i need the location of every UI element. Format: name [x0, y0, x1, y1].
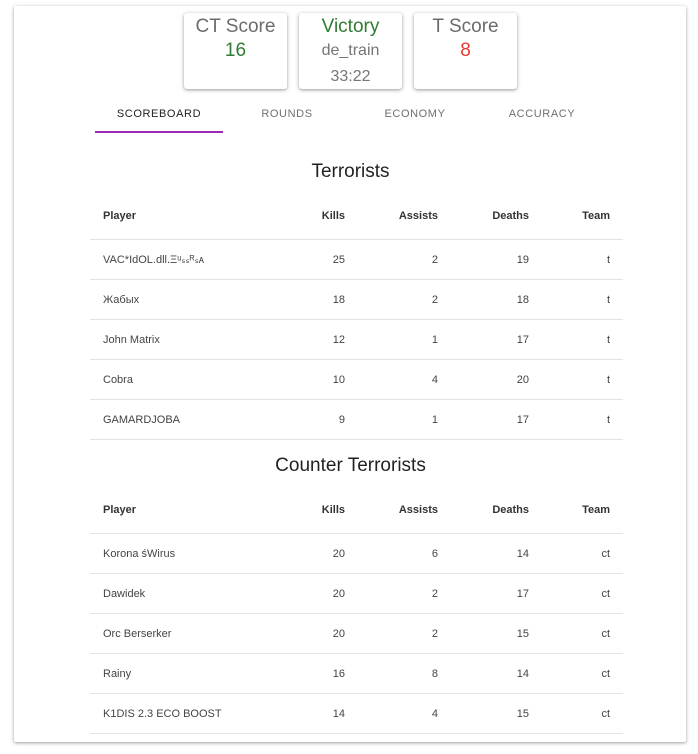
- kills: 25: [263, 239, 345, 280]
- team: ct: [529, 573, 623, 614]
- assists: 4: [345, 693, 438, 734]
- match-duration: 33:22: [330, 68, 371, 85]
- col-kills[interactable]: Kills: [263, 193, 345, 240]
- assists: 8: [345, 653, 438, 694]
- team: ct: [529, 653, 623, 694]
- tab-indicator: [95, 131, 223, 133]
- player-name: K1DIS 2.3 ECO BOOST: [90, 693, 263, 734]
- kills: 10: [263, 359, 345, 400]
- team: t: [529, 359, 623, 400]
- kills: 20: [263, 613, 345, 654]
- tab-bar: Scoreboard Rounds Economy Accuracy: [95, 98, 606, 134]
- kills: 9: [263, 399, 345, 440]
- table-row: VAC*IdOL.dll.Ξᵘₛₛᴿₛᴀ 25 2 19 t: [90, 239, 623, 280]
- terrorists-section: Terrorists Player Kills Assists Deaths T…: [90, 159, 623, 440]
- col-player[interactable]: Player: [90, 193, 263, 240]
- assists: 2: [345, 279, 438, 320]
- table-row: John Matrix 12 1 17 t: [90, 319, 623, 360]
- map-name: de_train: [321, 42, 380, 59]
- player-name: Orc Berserker: [90, 613, 263, 654]
- team: ct: [529, 533, 623, 574]
- terrorists-title: Terrorists: [311, 161, 390, 182]
- team: t: [529, 319, 623, 360]
- kills: 14: [263, 693, 345, 734]
- t-score-label: T Score: [432, 16, 499, 37]
- deaths: 17: [438, 573, 529, 614]
- table-header-row: Player Kills Assists Deaths Team: [90, 487, 623, 534]
- t-score-value: 8: [460, 40, 471, 61]
- deaths: 20: [438, 359, 529, 400]
- kills: 20: [263, 533, 345, 574]
- player-name: VAC*IdOL.dll.Ξᵘₛₛᴿₛᴀ: [90, 239, 263, 280]
- col-kills[interactable]: Kills: [263, 487, 345, 534]
- ct-score-card: CT Score 16: [184, 13, 287, 89]
- player-name: Cobra: [90, 359, 263, 400]
- table-header-row: Player Kills Assists Deaths Team: [90, 193, 623, 240]
- kills: 12: [263, 319, 345, 360]
- player-name: Rainy: [90, 653, 263, 694]
- col-deaths[interactable]: Deaths: [438, 193, 529, 240]
- kills: 18: [263, 279, 345, 320]
- table-row: Rainy 16 8 14 ct: [90, 653, 623, 694]
- terrorists-table: Player Kills Assists Deaths Team VAC*IdO…: [90, 193, 623, 440]
- kills: 16: [263, 653, 345, 694]
- assists: 4: [345, 359, 438, 400]
- team: t: [529, 239, 623, 280]
- player-name: Dawidek: [90, 573, 263, 614]
- t-score-card: T Score 8: [414, 13, 517, 89]
- match-result: Victory: [321, 16, 380, 37]
- assists: 2: [345, 613, 438, 654]
- col-deaths[interactable]: Deaths: [438, 487, 529, 534]
- team: ct: [529, 693, 623, 734]
- team: ct: [529, 613, 623, 654]
- assists: 1: [345, 399, 438, 440]
- table-row: Orc Berserker 20 2 15 ct: [90, 613, 623, 654]
- deaths: 15: [438, 613, 529, 654]
- col-team[interactable]: Team: [529, 193, 623, 240]
- col-team[interactable]: Team: [529, 487, 623, 534]
- col-assists[interactable]: Assists: [345, 487, 438, 534]
- match-result-card: Victory de_train 33:22: [299, 13, 402, 89]
- assists: 6: [345, 533, 438, 574]
- tab-rounds[interactable]: Rounds: [223, 98, 351, 132]
- player-name: Korona śWirus: [90, 533, 263, 574]
- deaths: 15: [438, 693, 529, 734]
- col-player[interactable]: Player: [90, 487, 263, 534]
- deaths: 14: [438, 533, 529, 574]
- kills: 20: [263, 573, 345, 614]
- table-row: Жабых 18 2 18 t: [90, 279, 623, 320]
- counter-terrorists-table: Player Kills Assists Deaths Team Korona …: [90, 487, 623, 734]
- table-row: GAMARDJOBA 9 1 17 t: [90, 399, 623, 440]
- assists: 2: [345, 239, 438, 280]
- player-name: John Matrix: [90, 319, 263, 360]
- tab-scoreboard[interactable]: Scoreboard: [95, 98, 223, 132]
- ct-score-label: CT Score: [195, 16, 276, 37]
- tab-accuracy[interactable]: Accuracy: [478, 98, 606, 132]
- deaths: 14: [438, 653, 529, 694]
- table-row: K1DIS 2.3 ECO BOOST 14 4 15 ct: [90, 693, 623, 734]
- assists: 1: [345, 319, 438, 360]
- team: t: [529, 279, 623, 320]
- col-assists[interactable]: Assists: [345, 193, 438, 240]
- player-name: GAMARDJOBA: [90, 399, 263, 440]
- table-row: Dawidek 20 2 17 ct: [90, 573, 623, 614]
- table-row: Cobra 10 4 20 t: [90, 359, 623, 400]
- counter-terrorists-section: Counter Terrorists Player Kills Assists …: [90, 453, 623, 734]
- table-row: Korona śWirus 20 6 14 ct: [90, 533, 623, 574]
- tab-economy[interactable]: Economy: [351, 98, 479, 132]
- counter-terrorists-title: Counter Terrorists: [275, 455, 426, 476]
- assists: 2: [345, 573, 438, 614]
- deaths: 19: [438, 239, 529, 280]
- team: t: [529, 399, 623, 440]
- deaths: 17: [438, 319, 529, 360]
- deaths: 17: [438, 399, 529, 440]
- deaths: 18: [438, 279, 529, 320]
- player-name: Жабых: [90, 279, 263, 320]
- ct-score-value: 16: [224, 40, 247, 61]
